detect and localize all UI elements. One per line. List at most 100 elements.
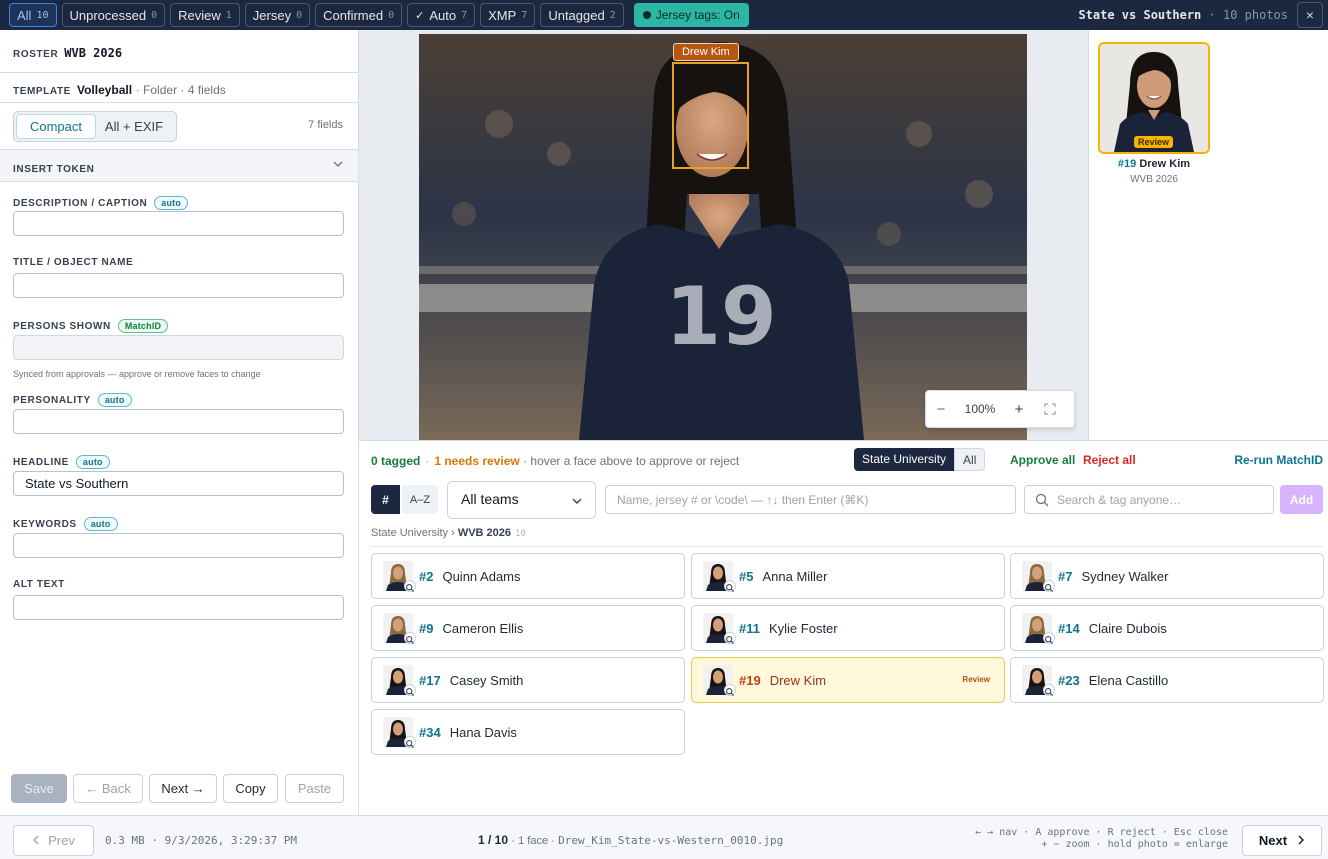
field-badge: auto — [154, 196, 189, 210]
player-name: Sydney Walker — [1081, 568, 1169, 584]
approve-all-button[interactable]: Approve all — [1010, 453, 1075, 467]
face-thumbnail[interactable]: Review — [1098, 42, 1210, 154]
filter-count: 1 — [225, 9, 232, 21]
quick-tag-input[interactable]: Name, jersey # or \code\ — ↑↓ then Enter… — [605, 485, 1016, 514]
field-label-row: KEYWORDS auto — [13, 517, 118, 531]
player-number: #5 — [739, 568, 754, 584]
player-number: #11 — [739, 620, 760, 636]
jersey-tags-toggle[interactable]: Jersey tags: On — [633, 3, 749, 27]
player-card[interactable]: #14 Claire Dubois — [1010, 605, 1324, 651]
player-card[interactable]: #11 Kylie Foster — [691, 605, 1005, 651]
player-card[interactable]: #17 Casey Smith — [371, 657, 685, 703]
filter-unprocessed[interactable]: Unprocessed 0 — [61, 3, 166, 27]
team-select[interactable]: All teams — [447, 481, 596, 519]
photo-position: 1 / 10 · 1 face · Drew_Kim_State-vs-West… — [478, 833, 783, 847]
player-card[interactable]: #5 Anna Miller — [691, 553, 1005, 599]
avatar — [1022, 561, 1055, 592]
filter-bar: All 10 Unprocessed 0 Review 1 Jersey 0 Confirmed… — [0, 0, 1328, 30]
field-input-alt-text[interactable] — [13, 595, 344, 620]
field-label: KEYWORDS — [13, 518, 77, 530]
zoom-in-button[interactable]: + — [1004, 401, 1034, 418]
filter-label: Review — [178, 7, 221, 23]
back-button[interactable]: ← Back — [73, 774, 143, 803]
player-name: Hana Davis — [449, 724, 517, 740]
template-row[interactable]: TEMPLATE Volleyball · Folder · 4 fields — [0, 73, 358, 103]
filter-label: Confirmed — [323, 7, 384, 23]
player-card[interactable]: #23 Elena Castillo — [1010, 657, 1324, 703]
search-icon — [724, 632, 736, 644]
team-filter-all[interactable]: All — [954, 448, 986, 471]
insert-token-label: INSERT TOKEN — [13, 164, 95, 175]
rerun-matchid-button[interactable]: Re-run MatchID — [1234, 453, 1323, 467]
copy-button[interactable]: Copy — [223, 774, 278, 803]
review-count[interactable]: 1 needs review — [434, 454, 519, 468]
field-input-headline[interactable]: State vs Southern — [13, 471, 344, 496]
filter-review[interactable]: Review 1 — [170, 3, 240, 27]
paste-button[interactable]: Paste — [285, 774, 344, 803]
filter-jersey[interactable]: Jersey 0 — [244, 3, 311, 27]
insert-token-toggle[interactable]: INSERT TOKEN — [0, 150, 358, 182]
all-exif-tab[interactable]: All + EXIF — [96, 114, 172, 139]
fullscreen-icon[interactable] — [1034, 403, 1066, 415]
avatar — [383, 717, 416, 748]
avatar — [383, 613, 416, 644]
field-count: 7 fields — [308, 119, 343, 131]
field-badge: auto — [97, 393, 132, 407]
avatar — [383, 665, 416, 696]
filter-label: Jersey — [252, 7, 292, 23]
player-card[interactable]: #19 Drew Kim Review — [691, 657, 1005, 703]
compact-tab[interactable]: Compact — [16, 114, 96, 139]
field-label: PERSONS SHOWN — [13, 320, 111, 332]
roster-label: ROSTER — [13, 49, 59, 60]
review-badge: Review — [962, 675, 990, 684]
breadcrumb-team[interactable]: State University — [371, 527, 448, 539]
player-card[interactable]: #9 Cameron Ellis — [371, 605, 685, 651]
field-input-description-caption[interactable] — [13, 211, 344, 236]
filter-confirmed[interactable]: Confirmed 0 — [315, 3, 403, 27]
sort-by-number-button[interactable]: # — [371, 485, 400, 514]
field-input-personality[interactable] — [13, 409, 344, 434]
avatar — [1022, 613, 1055, 644]
player-card[interactable]: #2 Quinn Adams — [371, 553, 685, 599]
search-placeholder: Search & tag anyone… — [1057, 493, 1182, 507]
breadcrumb-separator: › — [451, 527, 455, 539]
tagging-panel: 0 tagged · 1 needs review · hover a face a… — [359, 440, 1328, 815]
view-mode-row: Compact All + EXIF 7 fields — [0, 103, 358, 150]
player-number: #9 — [419, 620, 434, 636]
close-button[interactable]: × — [1297, 2, 1323, 28]
filter-auto[interactable]: ✓ Auto 7 — [407, 3, 476, 27]
search-input[interactable]: Search & tag anyone… — [1024, 485, 1274, 514]
status-dot-icon — [642, 11, 651, 19]
save-button[interactable]: Save — [11, 774, 67, 803]
filter-untagged[interactable]: Untagged 2 — [540, 3, 624, 27]
filter-all[interactable]: All 10 — [9, 3, 57, 27]
position-counter: 1 / 10 — [478, 833, 509, 847]
team-filter-state-university[interactable]: State University — [854, 448, 955, 471]
event-name: State vs Southern — [1078, 8, 1202, 22]
search-icon — [1043, 632, 1055, 644]
next-metadata-button[interactable]: Next → — [149, 774, 217, 803]
face-label[interactable]: Drew Kim — [673, 43, 739, 61]
field-input-keywords[interactable] — [13, 533, 344, 558]
main-photo[interactable]: 19 Drew Kim — [419, 34, 1027, 440]
field-label: PERSONALITY — [13, 394, 91, 406]
search-icon — [724, 684, 736, 696]
next-button[interactable]: Next — [1242, 825, 1322, 856]
player-name: Anna Miller — [762, 568, 828, 584]
filter-xmp[interactable]: XMP 7 — [480, 3, 536, 27]
keyboard-shortcuts: ← → nav · A approve · R reject · Esc clo… — [975, 827, 1228, 851]
prev-button[interactable]: Prev — [13, 825, 94, 856]
zoom-out-button[interactable]: − — [926, 401, 956, 418]
player-card[interactable]: #34 Hana Davis — [371, 709, 685, 755]
sort-alpha-button[interactable]: A–Z — [402, 485, 438, 514]
face-box[interactable] — [672, 62, 749, 169]
add-button[interactable]: Add — [1280, 485, 1323, 514]
chevron-down-icon — [571, 494, 583, 510]
player-card[interactable]: #7 Sydney Walker — [1010, 553, 1324, 599]
zoom-controls: − 100% + — [925, 390, 1075, 428]
field-label-row: PERSONS SHOWN MatchID — [13, 319, 169, 333]
reject-all-button[interactable]: Reject all — [1083, 453, 1136, 467]
chevron-right-icon — [1297, 833, 1305, 848]
field-input-title-object-name[interactable] — [13, 273, 344, 298]
metadata-actions: Save ← Back Next → Copy Paste — [0, 774, 358, 815]
